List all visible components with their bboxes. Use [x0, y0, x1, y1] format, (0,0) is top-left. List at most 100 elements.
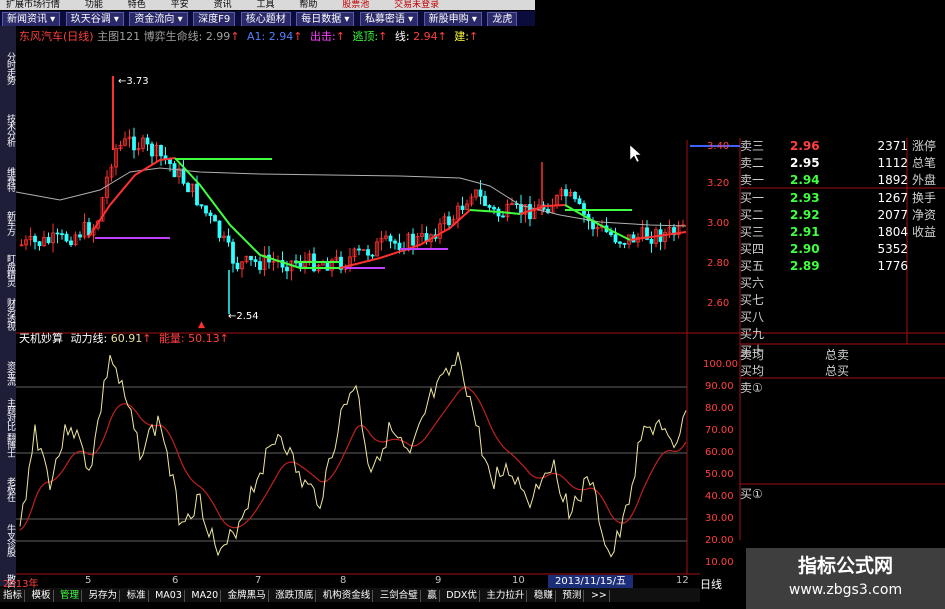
- power-line: [19, 351, 687, 558]
- tab-standard[interactable]: 标准: [125, 590, 149, 602]
- candle-body-6: [46, 237, 51, 244]
- indicator-value: 2.99: [205, 30, 231, 43]
- bid-row-4[interactable]: 买四 2.90 5352: [740, 241, 945, 257]
- candle-body-28: [145, 137, 150, 145]
- low-annotation: ←2.54: [228, 311, 259, 322]
- candle-body-3: [33, 235, 37, 243]
- candle-body-42: [208, 212, 213, 216]
- sub-chart-header: 天机妙算 动力线: 60.91↑ 能量: 50.13↑: [19, 332, 229, 345]
- candle-body-134: [622, 242, 627, 245]
- indicator-tab-bar: 指标 模板 管理 另存为 标准 MA03 MA20 金牌黑马 涨跌顶底 机构资金…: [0, 588, 700, 602]
- candle-body-41: [204, 205, 208, 214]
- candle-body-95: [447, 216, 451, 226]
- date-mark-8: 8: [340, 575, 347, 586]
- tab-institution-line[interactable]: 机构资金线: [321, 590, 374, 602]
- candle-body-47: [231, 241, 235, 264]
- candle-body-48: [235, 262, 240, 270]
- order-book: 卖三 2.96 2371 涨停 卖二 2.95 1112 总笔 卖一 2.94 …: [690, 138, 945, 538]
- candle-body-9: [60, 233, 64, 236]
- candle-body-51: [249, 255, 253, 261]
- out-label: 出击:: [309, 30, 336, 43]
- candle-body-78: [370, 254, 375, 257]
- candle-body-124: [577, 198, 582, 205]
- bid-row-5[interactable]: 买五 2.89 1776: [740, 258, 945, 274]
- candle-body-29: [150, 143, 154, 157]
- ask-row-3[interactable]: 卖三 2.96 2371 涨停: [740, 138, 945, 154]
- watermark-title: 指标公式网: [797, 555, 893, 577]
- tab-main-pull[interactable]: 主力拉升: [484, 590, 528, 602]
- tab-manage[interactable]: 管理: [58, 590, 83, 602]
- osc-tick-10: 10.00: [705, 557, 734, 568]
- high-annotation: ←3.73: [118, 76, 149, 87]
- candle-body-52: [253, 259, 258, 263]
- a1-value: 2.94: [268, 30, 294, 43]
- buy-detail-row[interactable]: 买①: [740, 486, 945, 502]
- candle-body-31: [159, 145, 163, 157]
- candle-body-34: [172, 163, 177, 178]
- period-label[interactable]: 日线: [700, 576, 722, 592]
- sub-indicator-name[interactable]: 天机妙算: [19, 332, 63, 345]
- candle-body-133: [618, 241, 622, 244]
- ask-row-2[interactable]: 卖二 2.95 1112 总笔: [740, 155, 945, 171]
- candle-body-8: [55, 232, 60, 235]
- bid-row-7[interactable]: 买七: [740, 292, 945, 308]
- tab-indicator[interactable]: 指标: [1, 590, 26, 602]
- sell-detail-row[interactable]: 卖①: [740, 380, 945, 396]
- retreat-label: 逃顶:: [352, 30, 379, 43]
- tab-ddx[interactable]: DDX优: [444, 590, 480, 602]
- energy-value: 50.13: [188, 332, 220, 345]
- a1-label: A1:: [247, 30, 266, 43]
- candle-body-40: [199, 204, 204, 207]
- main-chart-label[interactable]: 主图121: [97, 30, 140, 43]
- candle-body-107: [501, 215, 505, 218]
- cursor-date: 2013/11/15/五: [548, 575, 633, 588]
- trading-window: { "menu": ["扩展市场行情", "功能", "特色", "平安", "…: [0, 0, 945, 609]
- bid-row-6[interactable]: 买六: [740, 275, 945, 291]
- bid-row-2[interactable]: 买二 2.92 2077 净资: [740, 207, 945, 223]
- candle-body-46: [226, 235, 231, 243]
- tab-golden-horse[interactable]: 金牌黑马: [226, 590, 269, 602]
- tab-win[interactable]: 赢: [425, 590, 440, 602]
- candle-body-82: [388, 235, 393, 242]
- ask-row-1[interactable]: 卖一 2.94 1892 外盘: [740, 172, 945, 188]
- candle-body-59: [285, 266, 289, 272]
- candle-body-121: [564, 189, 568, 197]
- bid-row-8[interactable]: 买八: [740, 309, 945, 325]
- bid-row-9[interactable]: 买九: [740, 326, 945, 342]
- bid-row-1[interactable]: 买一 2.93 1267 换手: [740, 190, 945, 206]
- bid-row-3[interactable]: 买三 2.91 1804 收益: [740, 224, 945, 240]
- stock-name: 东风汽车(日线): [19, 30, 94, 43]
- mouse-cursor-icon: [629, 144, 642, 163]
- candle-body-39: [195, 183, 199, 206]
- indicator-label: 博弈生命线:: [143, 30, 203, 43]
- candle-body-53: [258, 261, 262, 270]
- tab-more[interactable]: >>: [589, 590, 610, 602]
- candle-body-131: [609, 231, 613, 236]
- candle-body-98: [460, 205, 465, 210]
- life-line-fall-2: [469, 209, 521, 215]
- tab-three-swords[interactable]: 三剑合璧: [378, 590, 421, 602]
- date-mark-9: 9: [435, 575, 442, 586]
- candle-body-4: [37, 241, 42, 246]
- date-mark-5: 5: [85, 575, 92, 586]
- tab-save-as[interactable]: 另存为: [87, 590, 121, 602]
- candle-body-37: [186, 182, 190, 193]
- event-marker: ▲: [198, 320, 205, 330]
- tab-ma03[interactable]: MA03: [153, 590, 185, 602]
- candle-body-123: [573, 192, 577, 200]
- tab-steady[interactable]: 稳赚: [532, 590, 556, 602]
- tab-top-bottom[interactable]: 涨跌顶底: [273, 590, 317, 602]
- candle-body-87: [411, 233, 415, 246]
- watermark: 指标公式网 www.zbgs3.com: [746, 548, 945, 609]
- power-value: 60.91: [110, 332, 143, 345]
- candle-body-13: [78, 234, 82, 238]
- line-value: 2.94: [413, 30, 438, 43]
- main-chart-header: 东风汽车(日线) 主图121 博弈生命线: 2.99↑ A1: 2.94↑ 出击…: [19, 30, 479, 43]
- candle-body-104: [487, 205, 492, 208]
- tab-ma20[interactable]: MA20: [189, 590, 222, 602]
- tab-template[interactable]: 模板: [30, 590, 54, 602]
- candle-body-83: [393, 240, 397, 244]
- build-label: 建:: [454, 30, 470, 43]
- energy-line: [19, 387, 687, 531]
- tab-forecast[interactable]: 预测: [560, 590, 585, 602]
